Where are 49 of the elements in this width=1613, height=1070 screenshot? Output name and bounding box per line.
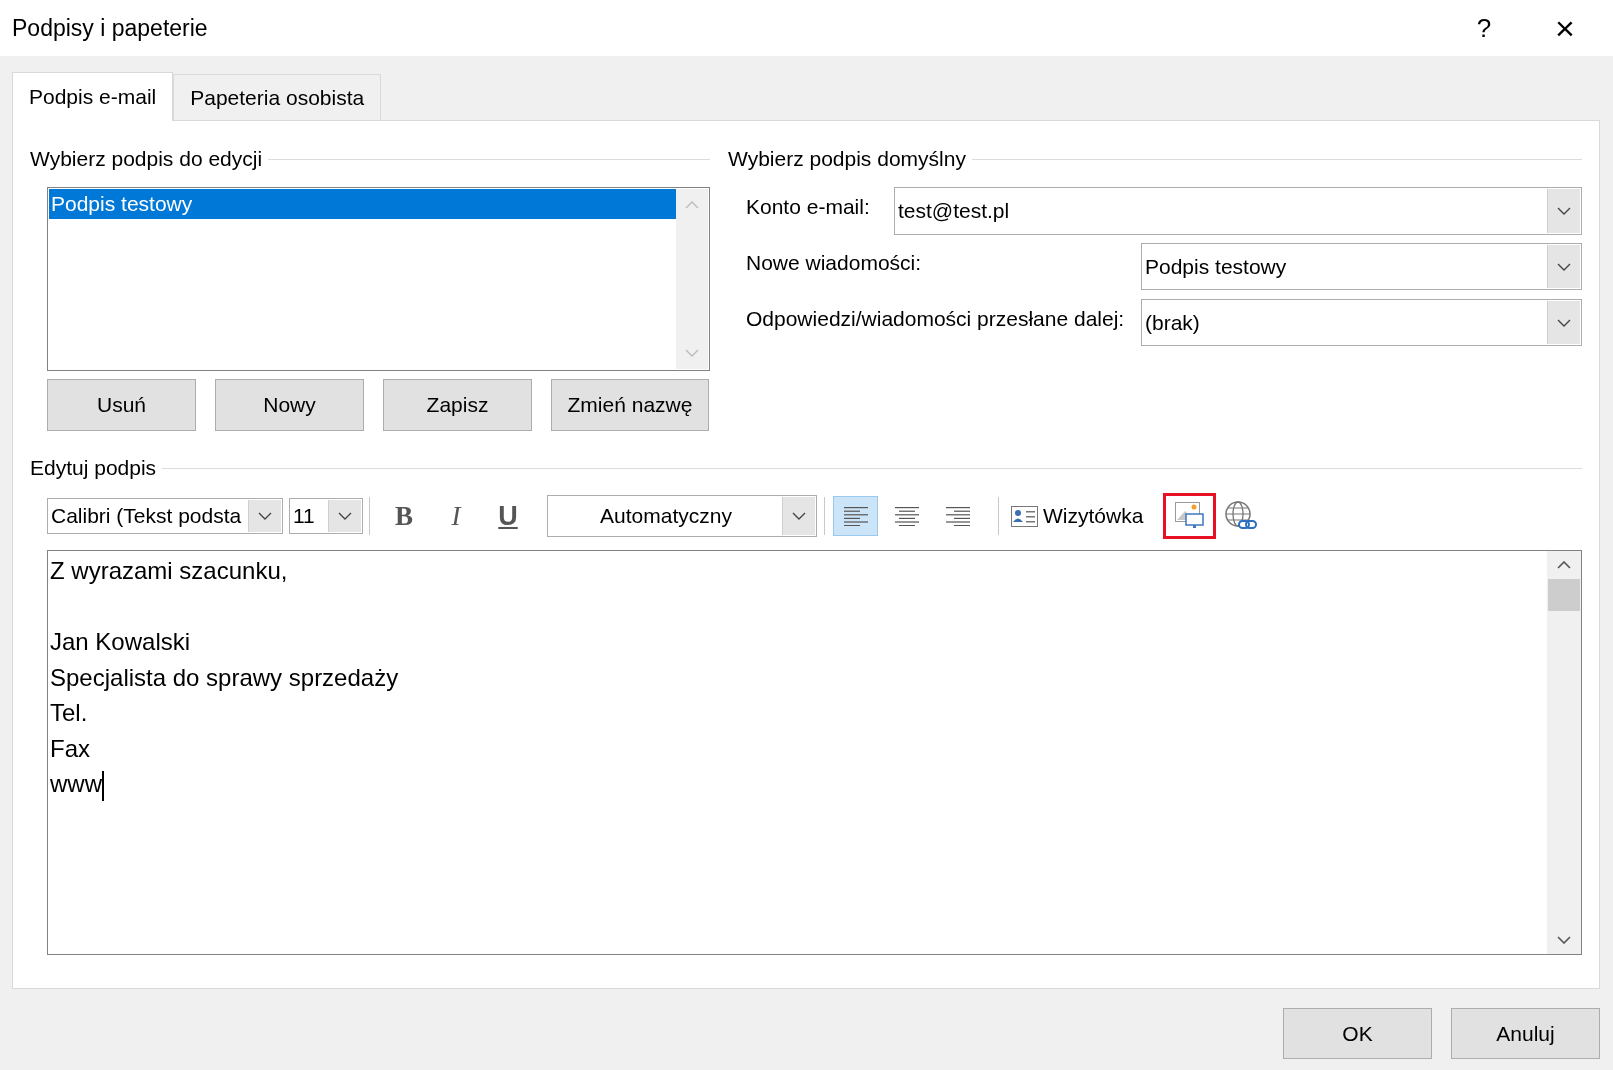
business-card-button[interactable]: Wizytówka (1011, 504, 1144, 528)
signature-action-button[interactable]: Usuń (47, 379, 196, 431)
signature-action-button[interactable]: Nowy (215, 379, 364, 431)
scrollbar-thumb[interactable] (1548, 579, 1580, 611)
picture-icon (1174, 502, 1205, 530)
signature-editor[interactable]: Z wyrazami szacunku, Jan Kowalski Specjalista do sprawy sprzedaży Tel. Fax www (47, 550, 1582, 955)
underline-button[interactable]: U (488, 498, 528, 534)
dialog-button[interactable]: OK (1283, 1008, 1432, 1059)
help-button[interactable]: ? (1449, 0, 1519, 56)
field-label: Konto e-mail: (746, 194, 871, 219)
group-title: Wybierz podpis domyślny (728, 147, 966, 171)
italic-button[interactable]: I (436, 498, 476, 534)
dialog-button[interactable]: Anuluj (1451, 1008, 1600, 1059)
dropdown-field[interactable]: Podpis testowy (1141, 243, 1582, 290)
signature-text-line: Fax (50, 734, 90, 762)
signature-text-line: www (50, 770, 102, 797)
font-size-dropdown[interactable]: 11 (289, 498, 363, 534)
tab[interactable]: Podpis e-mail (12, 72, 174, 121)
list-item[interactable]: Podpis testowy (49, 189, 676, 219)
align-left-button[interactable] (833, 496, 878, 536)
business-card-icon (1011, 505, 1038, 527)
group-title: Wybierz podpis do edycji (30, 147, 263, 171)
signature-text-line: Tel. (50, 699, 88, 726)
signature-text-line: Specjalista do sprawy sprzedaży (50, 663, 399, 691)
font-dropdown[interactable]: Calibri (Tekst podsta (47, 498, 283, 534)
align-center-icon (894, 506, 919, 526)
scroll-down-icon (1557, 936, 1571, 944)
align-left-icon (843, 506, 868, 526)
dropdown-field[interactable]: test@test.pl (894, 187, 1582, 235)
globe-link-icon (1224, 500, 1259, 532)
insert-picture-button[interactable] (1163, 493, 1217, 539)
group-title: Edytuj podpis (30, 456, 157, 480)
dropdown-field[interactable]: (brak) (1141, 299, 1582, 346)
hyperlink-button[interactable] (1224, 500, 1259, 532)
field-label: Nowe wiadomości: (746, 250, 923, 275)
scroll-up-icon (1557, 561, 1571, 569)
signature-action-button[interactable]: Zapisz (383, 379, 532, 431)
signature-text-line: Z wyrazami szacunku, (50, 557, 288, 584)
field-label: Odpowiedzi/wiadomości przesłane dalej: (746, 306, 1126, 331)
scroll-up-icon (685, 201, 699, 209)
close-button[interactable]: × (1519, 0, 1611, 56)
font-color-dropdown[interactable]: Automatyczny (547, 495, 817, 537)
tab[interactable]: Papeteria osobista (173, 74, 382, 120)
bold-button[interactable]: B (384, 498, 424, 534)
signature-text-line: Jan Kowalski (50, 628, 191, 655)
scroll-down-icon (685, 349, 699, 357)
window-title: Podpisy i papeterie (12, 14, 209, 42)
signature-action-button[interactable]: Zmień nazwę (551, 379, 709, 431)
align-right-icon (945, 506, 970, 526)
